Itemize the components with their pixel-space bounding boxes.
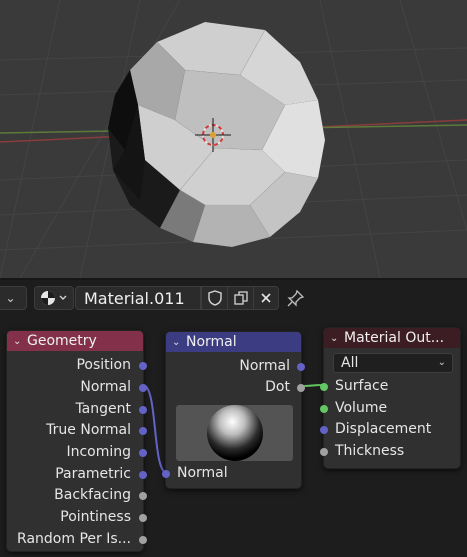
chevron-down-icon: ⌄ (5, 291, 16, 305)
socket-normal[interactable] (139, 384, 147, 392)
normal-node-title: Normal (186, 334, 237, 350)
geometry-output-true-normal: True Normal (46, 422, 131, 438)
material-slot-dropdown[interactable] (34, 286, 74, 310)
chevron-down-icon: ⌄ (437, 357, 446, 368)
geometry-output-backfacing: Backfacing (54, 487, 131, 503)
material-output-node-header[interactable]: ⌄ Material Out... (324, 328, 460, 348)
shield-icon (207, 290, 222, 306)
socket-incoming[interactable] (139, 449, 147, 457)
normal-sphere-widget[interactable] (205, 403, 265, 463)
normal-output-dot: Dot (265, 379, 290, 395)
socket-surface[interactable] (320, 383, 328, 391)
pin-icon (287, 289, 305, 307)
material-output-node-title: Material Out... (344, 330, 445, 346)
material-output-node[interactable]: ⌄ Material Out... All ⌄ Surface Volume D… (320, 327, 461, 469)
output-input-volume: Volume (335, 400, 388, 416)
socket-dot-out[interactable] (297, 384, 305, 392)
geometry-output-tangent: Tangent (75, 401, 131, 417)
material-sphere-icon (41, 291, 67, 305)
socket-volume[interactable] (320, 405, 328, 413)
geometry-node-header[interactable]: ⌄ Geometry (7, 331, 143, 351)
normal-output-normal: Normal (239, 358, 290, 374)
close-icon (261, 293, 271, 303)
socket-normal-in[interactable] (162, 470, 170, 478)
geometry-output-normal: Normal (80, 379, 131, 395)
duplicate-icon (233, 291, 248, 305)
normal-node-header[interactable]: ⌄ Normal (166, 332, 301, 352)
geometry-output-incoming: Incoming (66, 444, 131, 460)
normal-node[interactable]: ⌄ Normal Normal Dot Normal (162, 331, 305, 489)
socket-displacement[interactable] (320, 426, 328, 434)
pin-button[interactable] (284, 286, 308, 310)
render-target-value: All (341, 355, 359, 371)
editor-type-dropdown[interactable]: ⌄ (0, 286, 27, 310)
socket-random-per-island[interactable] (139, 536, 147, 544)
render-target-select[interactable]: All ⌄ (333, 353, 453, 373)
geometry-output-parametric: Parametric (55, 466, 131, 482)
output-input-displacement: Displacement (335, 421, 432, 437)
geometry-output-position: Position (76, 357, 131, 373)
collapse-chevron-icon[interactable]: ⌄ (13, 336, 27, 347)
geometry-node-title: Geometry (27, 333, 97, 349)
normal-input-normal: Normal (177, 465, 228, 481)
duplicate-material-button[interactable] (227, 286, 254, 310)
socket-position[interactable] (139, 362, 147, 370)
node-editor-header: ⌄ Material.011 (0, 280, 467, 316)
viewport-scene (0, 0, 467, 278)
socket-pointiness[interactable] (139, 514, 147, 522)
socket-thickness[interactable] (320, 448, 328, 456)
node-editor-canvas[interactable]: ⌄ Geometry Position Normal Tangent True … (0, 316, 467, 557)
collapse-chevron-icon[interactable]: ⌄ (172, 337, 186, 348)
3d-viewport[interactable] (0, 0, 467, 278)
fake-user-button[interactable] (201, 286, 228, 310)
socket-normal-out[interactable] (297, 363, 305, 371)
geometry-output-random-per-island: Random Per Is... (17, 531, 131, 547)
geometry-node[interactable]: ⌄ Geometry Position Normal Tangent True … (6, 330, 147, 552)
normal-direction-sphere[interactable] (176, 405, 293, 461)
collapse-chevron-icon[interactable]: ⌄ (330, 333, 344, 344)
socket-tangent[interactable] (139, 406, 147, 414)
socket-parametric[interactable] (139, 471, 147, 479)
unlink-material-button[interactable] (253, 286, 279, 310)
geometry-output-pointiness: Pointiness (60, 509, 131, 525)
material-name-field[interactable]: Material.011 (75, 286, 201, 310)
socket-backfacing[interactable] (139, 492, 147, 500)
output-input-surface: Surface (335, 378, 389, 394)
output-input-thickness: Thickness (335, 443, 405, 459)
socket-true-normal[interactable] (139, 427, 147, 435)
